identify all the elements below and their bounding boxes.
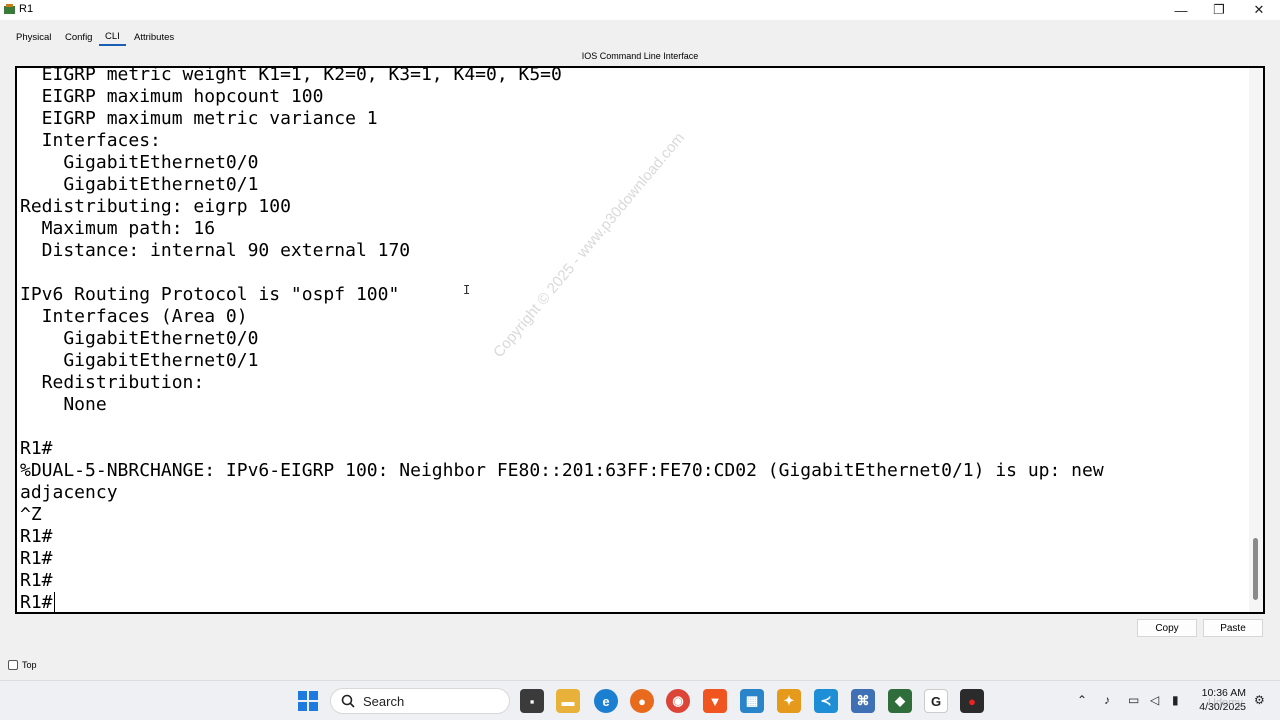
terminal-scrollbar[interactable]: [1249, 68, 1263, 612]
panel-title: IOS Command Line Interface: [581, 51, 699, 61]
scrollbar-thumb[interactable]: [1253, 538, 1258, 600]
text-cursor-icon: I: [463, 283, 471, 297]
terminal-line: Redistribution:: [20, 372, 205, 393]
title-bar: R1 — ❐ ✕: [0, 0, 1280, 20]
chrome-icon[interactable]: ◉: [666, 689, 690, 713]
task-view-icon[interactable]: ▪: [520, 689, 544, 713]
terminal-line: adjacency: [20, 482, 118, 503]
terminal-line: Maximum path: 16: [20, 218, 216, 239]
chevron-up-icon[interactable]: ⌃: [1077, 693, 1087, 707]
firefox-icon[interactable]: ●: [630, 689, 654, 713]
microphone-icon[interactable]: ♪: [1104, 693, 1110, 707]
terminal-line: Interfaces:: [20, 130, 161, 151]
copy-button[interactable]: Copy: [1137, 619, 1197, 637]
terminal-line: R1#​: [20, 592, 55, 613]
terminal-line: R1#: [20, 548, 53, 569]
windows-start-icon[interactable]: [296, 689, 320, 713]
terminal-line: R1#: [20, 526, 53, 547]
terminal-line: %DUAL-5-NBRCHANGE: IPv6-EIGRP 100: Neigh…: [20, 460, 1104, 481]
terminal-line: GigabitEthernet0/0: [20, 152, 259, 173]
tab-label: Config: [65, 31, 93, 43]
tab-config[interactable]: Config: [65, 28, 92, 46]
windows-taskbar: Search ▪ ▬ e ● ◉ ▼ ▦ ✦ ≺ ⌘ ◆ G ● ⌃ ♪ ▭ ◁…: [0, 680, 1280, 720]
terminal-line: EIGRP maximum hopcount 100: [20, 86, 324, 107]
terminal-line: Redistributing: eigrp 100: [20, 196, 291, 217]
terminal-line: R1#: [20, 570, 53, 591]
terminal-line: GigabitEthernet0/0: [20, 328, 259, 349]
window-title: R1: [19, 3, 34, 15]
top-checkbox[interactable]: [8, 660, 18, 670]
network-icon[interactable]: ▭: [1128, 693, 1139, 707]
vscode-icon[interactable]: ≺: [814, 689, 838, 713]
terminal-line: EIGRP metric weight K1=1, K2=0, K3=1, K4…: [20, 66, 562, 85]
tab-label: Physical: [16, 31, 52, 43]
terminal-line: R1#: [20, 438, 53, 459]
top-checkbox-group[interactable]: Top: [8, 660, 37, 670]
maximize-button[interactable]: ❐: [1200, 0, 1238, 20]
terminal-line: GigabitEthernet0/1: [20, 174, 259, 195]
notification-icon[interactable]: ⚙: [1254, 693, 1265, 707]
file-manager-icon[interactable]: ✦: [777, 689, 801, 713]
taskbar-search[interactable]: Search: [330, 688, 510, 714]
router-app-icon: [4, 4, 15, 14]
tab-physical[interactable]: Physical: [16, 28, 51, 46]
volume-icon[interactable]: ◁: [1150, 693, 1159, 707]
terminal-line: GigabitEthernet0/1: [20, 350, 259, 371]
brave-icon[interactable]: ▼: [703, 689, 727, 713]
terminal-line: Interfaces (Area 0): [20, 306, 248, 327]
store-icon[interactable]: ▦: [740, 689, 764, 713]
search-icon: [341, 694, 355, 708]
packet-tracer-device-window: R1 — ❐ ✕ Physical Config CLI Attributes …: [0, 0, 1280, 680]
packet-tracer-icon[interactable]: ◆: [888, 689, 912, 713]
g-app-icon[interactable]: G: [924, 689, 948, 713]
search-placeholder: Search: [363, 693, 405, 709]
terminal-output[interactable]: EIGRP metric weight K1=1, K2=0, K3=1, K4…: [20, 66, 1245, 613]
terminal-line: Distance: internal 90 external 170: [20, 240, 411, 261]
cli-terminal[interactable]: EIGRP metric weight K1=1, K2=0, K3=1, K4…: [15, 66, 1265, 614]
top-checkbox-label: Top: [22, 660, 37, 670]
close-button[interactable]: ✕: [1240, 0, 1278, 20]
recorder-icon[interactable]: ●: [960, 689, 984, 713]
terminal-line: IPv6 Routing Protocol is "ospf 100": [20, 284, 400, 305]
file-explorer-icon[interactable]: ▬: [556, 689, 580, 713]
battery-icon[interactable]: ▮: [1172, 693, 1179, 707]
tab-label: Attributes: [134, 31, 175, 43]
network-tool-icon[interactable]: ⌘: [851, 689, 875, 713]
tab-attributes[interactable]: Attributes: [134, 28, 174, 46]
tab-cli[interactable]: CLI: [99, 28, 126, 46]
corner-watermark: Udemy: [1208, 697, 1243, 709]
terminal-line: EIGRP maximum metric variance 1: [20, 108, 378, 129]
tab-label: CLI: [105, 30, 120, 42]
paste-button[interactable]: Paste: [1203, 619, 1263, 637]
terminal-line: ^Z: [20, 504, 42, 525]
minimize-button[interactable]: —: [1162, 0, 1200, 20]
caret: ​: [53, 592, 55, 612]
terminal-line: None: [20, 394, 107, 415]
device-tabs: Physical Config CLI Attributes: [0, 28, 1280, 46]
edge-browser-icon[interactable]: e: [594, 689, 618, 713]
